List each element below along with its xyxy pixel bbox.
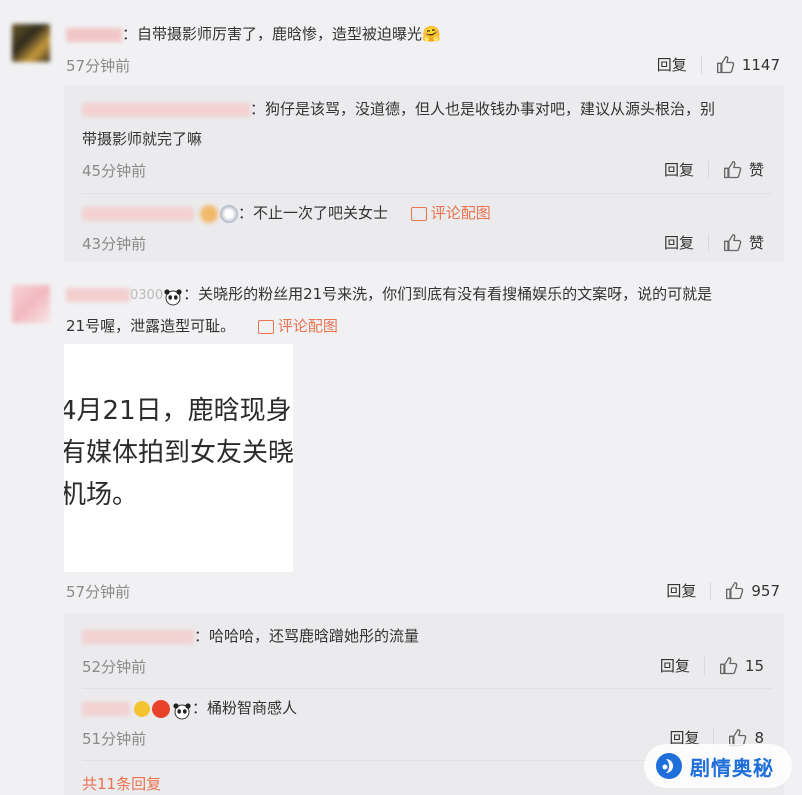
- hug-emoji-icon: 🤗: [422, 25, 441, 43]
- like-count: 1147: [741, 55, 780, 74]
- comment-image-link[interactable]: 评论配图: [410, 204, 491, 222]
- reply-button[interactable]: 回复: [666, 580, 696, 601]
- thumbs-up-icon: [719, 656, 738, 674]
- watermark-logo-icon: [656, 753, 682, 779]
- comment-body: ：自带摄影师厉害了，鹿晗惨，造型被迫曝光🤗: [66, 19, 441, 49]
- divider: [703, 656, 705, 675]
- comment-text: ：关晓彤的粉丝用21号来洗，你们到底有没有看搜桶娱乐的文案呀，说的可就是: [183, 285, 713, 303]
- reply-time: 45分钟前: [82, 162, 147, 180]
- avatar[interactable]: [12, 285, 50, 323]
- like-button[interactable]: 957: [725, 581, 780, 601]
- divider: [710, 581, 712, 600]
- medal-icon: [220, 204, 238, 223]
- picture-icon: [257, 319, 274, 334]
- comment-actions: 回复 957: [666, 580, 780, 601]
- comment-text: ：自带摄影师厉害了，鹿晗惨，造型被迫曝光: [122, 25, 423, 43]
- reply-body: ：桶粉智商感人: [82, 693, 297, 723]
- reply-divider: [82, 688, 772, 689]
- reply-button[interactable]: 回复: [664, 159, 694, 180]
- vip-badge-icon: [152, 699, 170, 718]
- divider: [707, 233, 709, 252]
- thumbs-up-icon: [723, 233, 742, 251]
- comment-image-link[interactable]: 评论配图: [257, 317, 338, 335]
- comment-image-link-label: 评论配图: [277, 317, 338, 335]
- comment-image-link-label: 评论配图: [430, 204, 491, 222]
- badge-icon: [200, 204, 218, 223]
- image-text-line: 4月21日，鹿晗现身: [64, 396, 292, 426]
- reply-text-cont: 带摄影师就完了嘛: [82, 130, 203, 148]
- comment-actions: 回复 1147: [657, 54, 780, 75]
- like-button[interactable]: 赞: [723, 159, 764, 180]
- like-button[interactable]: 赞: [723, 232, 764, 253]
- reply-text: ：桶粉智商感人: [192, 699, 298, 717]
- reply-divider: [82, 193, 772, 194]
- username[interactable]: [82, 701, 130, 716]
- reply-text: ：不止一次了吧关女士: [238, 204, 389, 222]
- reply-button[interactable]: 回复: [660, 655, 690, 676]
- reply-actions: 回复 15: [660, 655, 764, 676]
- panda-icon: [172, 700, 192, 719]
- comment-body: 0300 ：关晓彤的粉丝用21号来洗，你们到底有没有看搜桶娱乐的文案呀，说的可就是…: [66, 279, 781, 341]
- username[interactable]: [82, 629, 194, 644]
- username[interactable]: [82, 102, 250, 117]
- reply-body: ：狗仔是该骂，没道德，但人也是收钱办事对吧，建议从源头根治，别 带摄影师就完了嘛: [82, 94, 772, 154]
- like-count: 15: [744, 656, 764, 675]
- thumbs-up-icon: [726, 581, 744, 599]
- reply-time: 52分钟前: [82, 658, 147, 676]
- reply-text: ：狗仔是该骂，没道德，但人也是收钱办事对吧，建议从源头根治，别: [250, 100, 716, 118]
- comment-text-cont: 21号喔，泄露造型可耻。: [66, 317, 236, 335]
- username[interactable]: 0300: [66, 285, 163, 303]
- like-button[interactable]: 1147: [716, 55, 780, 75]
- username[interactable]: [82, 206, 194, 221]
- reply-actions: 回复 赞: [664, 232, 764, 253]
- reply-time: 51分钟前: [82, 730, 147, 748]
- reply-text: ：哈哈哈，还骂鹿晗蹭她彤的流量: [194, 627, 420, 645]
- watermark: 剧情奥秘: [644, 744, 792, 788]
- image-text-line: 机场。: [64, 480, 139, 510]
- watermark-text: 剧情奥秘: [690, 755, 774, 780]
- picture-icon: [410, 206, 427, 221]
- like-button[interactable]: 15: [719, 656, 764, 676]
- comment-time: 57分钟前: [66, 57, 131, 75]
- like-count: 赞: [748, 234, 764, 252]
- panda-icon: [163, 286, 183, 305]
- reply-actions: 回复 赞: [664, 159, 764, 180]
- username[interactable]: [66, 27, 122, 42]
- divider: [707, 160, 709, 179]
- more-replies-link[interactable]: 共11条回复: [82, 773, 161, 794]
- reply-body: ：不止一次了吧关女士 评论配图: [82, 198, 491, 228]
- reply-body: ：哈哈哈，还骂鹿晗蹭她彤的流量: [82, 621, 419, 651]
- comment-image[interactable]: 4月21日，鹿晗现身 有媒体拍到女友关晓 机场。: [64, 344, 293, 572]
- divider: [700, 55, 702, 74]
- like-count: 957: [751, 581, 780, 600]
- thumbs-up-icon: [716, 55, 735, 73]
- comment-time: 57分钟前: [66, 583, 131, 601]
- image-text-line: 有媒体拍到女友关晓: [64, 438, 293, 468]
- avatar[interactable]: [12, 24, 50, 62]
- like-count: 赞: [748, 161, 764, 179]
- reply-button[interactable]: 回复: [664, 232, 694, 253]
- crown-badge-icon: [134, 700, 150, 717]
- reply-button[interactable]: 回复: [657, 54, 687, 75]
- reply-time: 43分钟前: [82, 235, 147, 253]
- thumbs-up-icon: [723, 160, 742, 178]
